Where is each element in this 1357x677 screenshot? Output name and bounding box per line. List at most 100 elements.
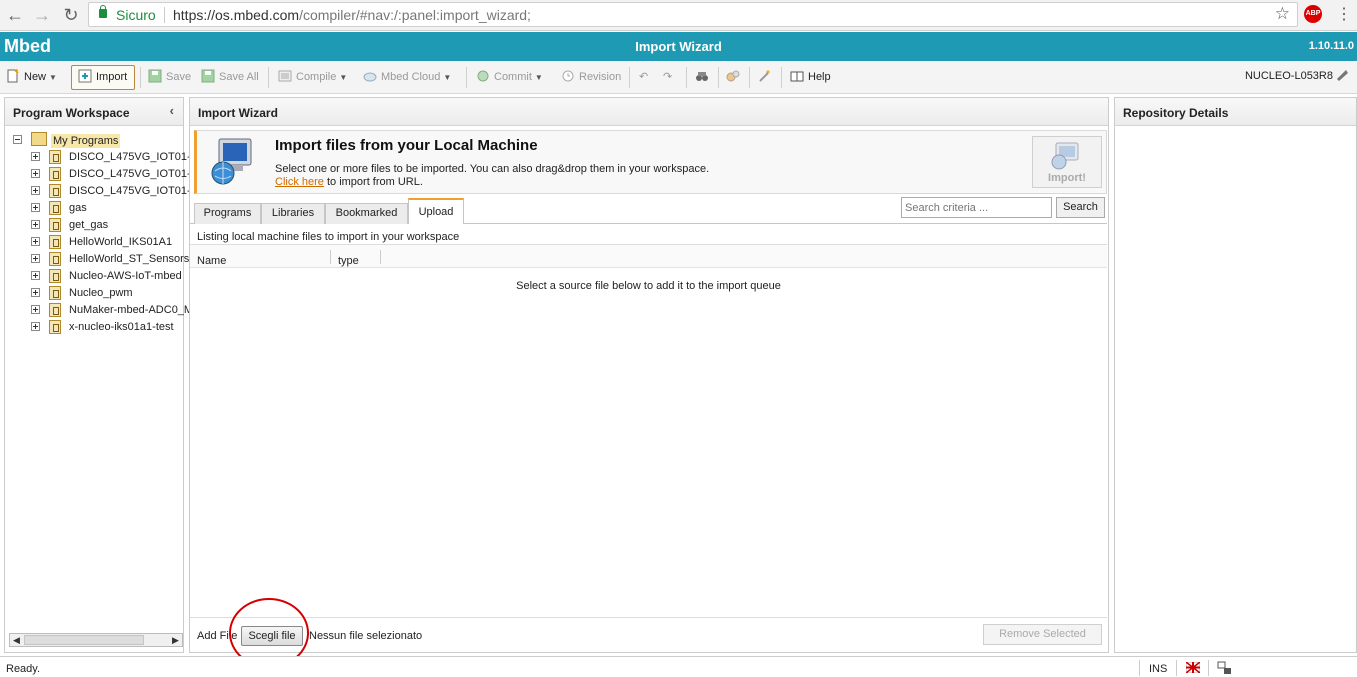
revision-button[interactable]: Revision — [561, 69, 621, 87]
repository-details-title: Repository Details — [1115, 98, 1356, 126]
import-computer-icon — [1051, 142, 1079, 170]
program-icon — [49, 252, 61, 266]
lock-icon — [99, 5, 107, 18]
cloud-icon — [363, 72, 377, 82]
computer-globe-icon — [211, 138, 252, 185]
expand-icon[interactable] — [31, 152, 40, 161]
target-device-selector[interactable]: NUCLEO-L053R8 — [1245, 70, 1333, 82]
repository-details-panel: Repository Details — [1114, 97, 1357, 653]
help-button[interactable]: Help — [790, 69, 831, 87]
save-button[interactable]: Save — [148, 69, 191, 87]
programs-folder-icon — [31, 132, 47, 146]
import-now-button[interactable]: Import! — [1032, 136, 1102, 188]
listing-label: Listing local machine files to import in… — [197, 231, 460, 243]
expand-icon[interactable] — [31, 288, 40, 297]
tab-upload[interactable]: Upload — [408, 198, 464, 224]
commit-icon — [477, 70, 489, 82]
program-label: Nucleo_pwm — [69, 287, 133, 299]
reload-icon[interactable]: ↻ — [60, 4, 82, 26]
save-all-button[interactable]: Save All — [201, 69, 259, 87]
empty-queue-message: Select a source file below to add it to … — [516, 280, 781, 292]
browser-toolbar: ← → ↻ Sicuro https://os.mbed.com/compile… — [0, 0, 1357, 31]
file-table-header: Name type — [190, 244, 1107, 268]
remove-selected-button[interactable]: Remove Selected — [983, 624, 1102, 645]
expand-icon[interactable] — [31, 220, 40, 229]
secure-label: Sicuro — [116, 7, 156, 23]
collapse-panel-icon[interactable]: ‹ — [170, 103, 174, 118]
network-status-icon[interactable] — [1217, 661, 1232, 675]
workspace-title: Program Workspace ‹ — [5, 98, 183, 126]
column-name[interactable]: Name — [197, 255, 226, 267]
program-workspace-panel: Program Workspace ‹ My Programs DISCO_L4… — [4, 97, 196, 653]
import-banner: Import files from your Local Machine Sel… — [194, 130, 1107, 194]
expand-icon[interactable] — [31, 169, 40, 178]
tab-libraries[interactable]: Libraries — [261, 203, 325, 224]
browser-menu-icon[interactable]: ⋮ — [1336, 4, 1352, 24]
scroll-right-icon[interactable]: ▶ — [169, 634, 182, 646]
bookmark-star-icon[interactable]: ☆ — [1275, 4, 1290, 24]
find-binoculars-icon[interactable] — [695, 69, 713, 87]
program-label: DISCO_L475VG_IOT01-v — [69, 185, 197, 197]
collapse-tree-icon[interactable] — [13, 135, 22, 144]
address-bar[interactable]: Sicuro https://os.mbed.com/compiler/#nav… — [88, 2, 1298, 27]
program-icon — [49, 286, 61, 300]
tab-programs[interactable]: Programs — [194, 203, 261, 224]
expand-icon[interactable] — [31, 305, 40, 314]
program-icon — [49, 184, 61, 198]
app-titlebar: Mbed Import Wizard 1.10.11.0 — [0, 32, 1357, 61]
program-icon — [49, 218, 61, 232]
expand-icon[interactable] — [31, 203, 40, 212]
program-label: DISCO_L475VG_IOT01-! — [69, 168, 194, 180]
workspace-horizontal-scrollbar[interactable]: ◀ ▶ — [9, 633, 183, 647]
expand-icon[interactable] — [31, 254, 40, 263]
status-bar: Ready. INS — [0, 656, 1357, 677]
no-file-selected-label: Nessun file selezionato — [309, 630, 423, 642]
import-button[interactable]: Import — [71, 65, 135, 90]
expand-icon[interactable] — [31, 237, 40, 246]
expand-icon[interactable] — [31, 186, 40, 195]
language-flag-icon[interactable] — [1186, 662, 1200, 673]
search-criteria-input[interactable] — [901, 197, 1052, 218]
program-label: gas — [69, 202, 87, 214]
program-icon — [49, 167, 61, 181]
new-button[interactable]: New ▼ — [6, 69, 57, 87]
url-text: https://os.mbed.com/compiler/#nav:/:pane… — [173, 7, 531, 23]
target-chip-icon[interactable] — [1335, 68, 1353, 86]
format-icon[interactable] — [726, 69, 744, 87]
status-text: Ready. — [6, 663, 41, 675]
column-type[interactable]: type — [338, 255, 359, 267]
banner-title: Import files from your Local Machine — [275, 137, 538, 154]
tab-bookmarked[interactable]: Bookmarked — [325, 203, 408, 224]
main-toolbar: New ▼ Import Save Save All Compile ▼ Mbed … — [0, 61, 1357, 94]
expand-icon[interactable] — [31, 322, 40, 331]
back-arrow-icon[interactable]: ← — [4, 4, 26, 26]
program-label: x-nucleo-iks01a1-test — [69, 321, 174, 333]
adblock-extension-icon[interactable]: ABP — [1304, 5, 1322, 23]
program-icon — [49, 320, 61, 334]
program-label: get_gas — [69, 219, 109, 231]
compile-button[interactable]: Compile ▼ — [278, 69, 347, 87]
program-icon — [49, 150, 61, 164]
scroll-thumb[interactable] — [24, 635, 144, 645]
expand-icon[interactable] — [31, 271, 40, 280]
app-version: 1.10.11.0 — [1308, 40, 1354, 52]
upload-footer: Add File Scegli file Nessun file selezio… — [190, 617, 1107, 652]
scroll-left-icon[interactable]: ◀ — [10, 634, 23, 646]
program-label: DISCO_L475VG_IOT01-! — [69, 151, 194, 163]
program-icon — [49, 303, 61, 317]
new-file-icon — [7, 69, 19, 83]
redo-icon[interactable]: ↷ — [663, 69, 672, 87]
banner-description: Select one or more files to be imported.… — [275, 163, 710, 188]
compile-icon — [278, 70, 292, 82]
save-all-icon — [201, 69, 215, 83]
commit-button[interactable]: Commit ▼ — [476, 69, 543, 87]
mbed-cloud-button[interactable]: Mbed Cloud ▼ — [363, 69, 451, 87]
program-label: Nucleo-AWS-IoT-mbed — [69, 270, 182, 282]
import-from-url-link[interactable]: Click here — [275, 176, 324, 188]
program-label: HelloWorld_ST_Sensors — [69, 253, 190, 265]
search-button[interactable]: Search — [1056, 197, 1105, 218]
tools-wand-icon[interactable] — [758, 69, 776, 87]
save-disk-icon — [148, 69, 162, 83]
undo-icon[interactable]: ↶ — [639, 69, 648, 87]
forward-arrow-icon[interactable]: → — [31, 4, 53, 26]
